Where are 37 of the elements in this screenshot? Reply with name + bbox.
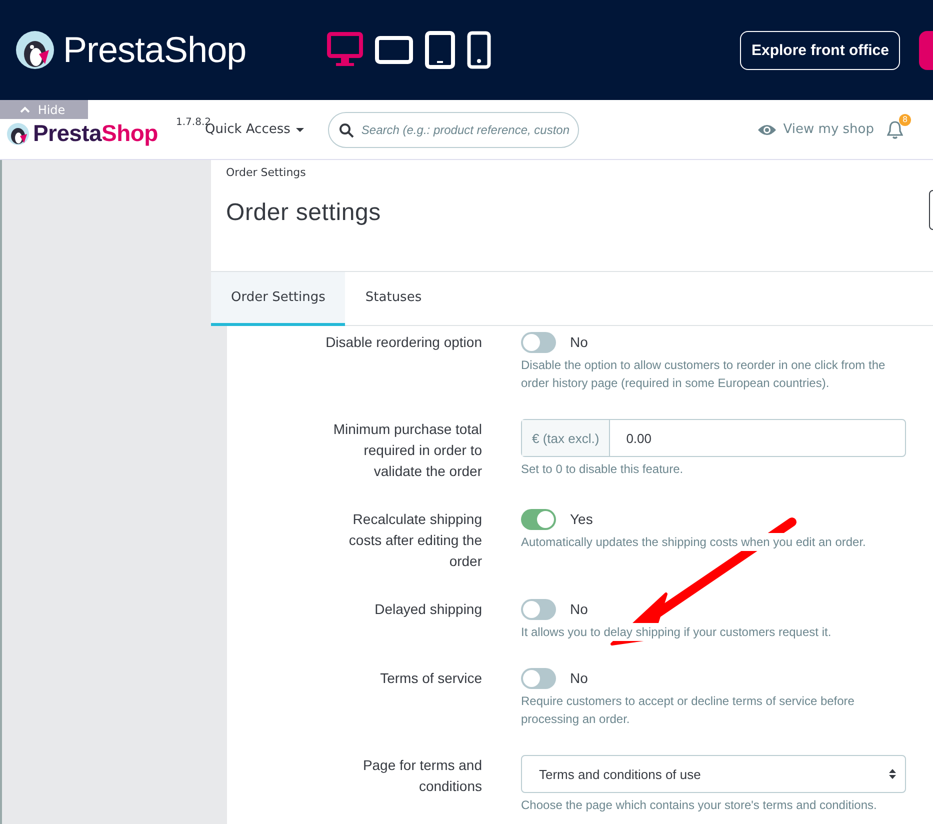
search-field[interactable]: Search (e.g.: product reference, custon — [328, 112, 580, 148]
caret-icon — [296, 128, 304, 132]
tab[interactable]: Order Settings — [211, 272, 346, 326]
breadcrumb[interactable]: Order Settings — [226, 166, 933, 179]
tablet-icon[interactable] — [425, 31, 455, 69]
search-icon — [339, 122, 354, 138]
toggle-switch[interactable] — [521, 668, 556, 688]
view-shop-link[interactable]: View my shop — [757, 122, 874, 137]
penguin-logo-icon — [15, 30, 55, 70]
field-label: Delayed shipping — [374, 600, 482, 619]
logo-text: PrestaShop — [63, 29, 246, 71]
eye-icon — [757, 122, 778, 136]
switch-state-label: Yes — [570, 511, 593, 527]
monitor-icon[interactable] — [327, 32, 363, 68]
tab[interactable]: Statuses — [345, 272, 442, 326]
tablet-icon[interactable] — [375, 34, 413, 66]
page-title: Order settings — [226, 199, 381, 227]
page-select[interactable]: Terms and conditions of use — [521, 755, 906, 793]
notification-badge: 8 — [899, 114, 911, 126]
sort-arrows-icon — [888, 768, 897, 780]
penguin-logo-icon — [6, 122, 30, 146]
toggle-switch[interactable] — [521, 508, 556, 530]
switch-state-label: No — [570, 334, 588, 350]
field-label: Terms of service — [379, 669, 482, 688]
toggle-switch[interactable] — [521, 332, 556, 352]
logo-text: PrestaShop — [33, 120, 158, 147]
phone-icon[interactable] — [467, 31, 491, 69]
bell-icon[interactable] — [887, 120, 903, 139]
chevron-up-icon — [20, 106, 30, 114]
field-label: Page for terms and conditions — [362, 756, 482, 796]
field-label: Disable reordering option — [324, 333, 482, 352]
switch-state-label: No — [570, 601, 588, 617]
field-label: Recalculate shipping costs after editing the order — [348, 510, 482, 571]
switch-state-label: No — [570, 670, 588, 686]
explore-button[interactable]: Explore front office — [740, 30, 900, 70]
field-label: Minimum purchase total required in order to validate the order — [332, 420, 482, 481]
toggle-switch[interactable] — [521, 598, 556, 620]
